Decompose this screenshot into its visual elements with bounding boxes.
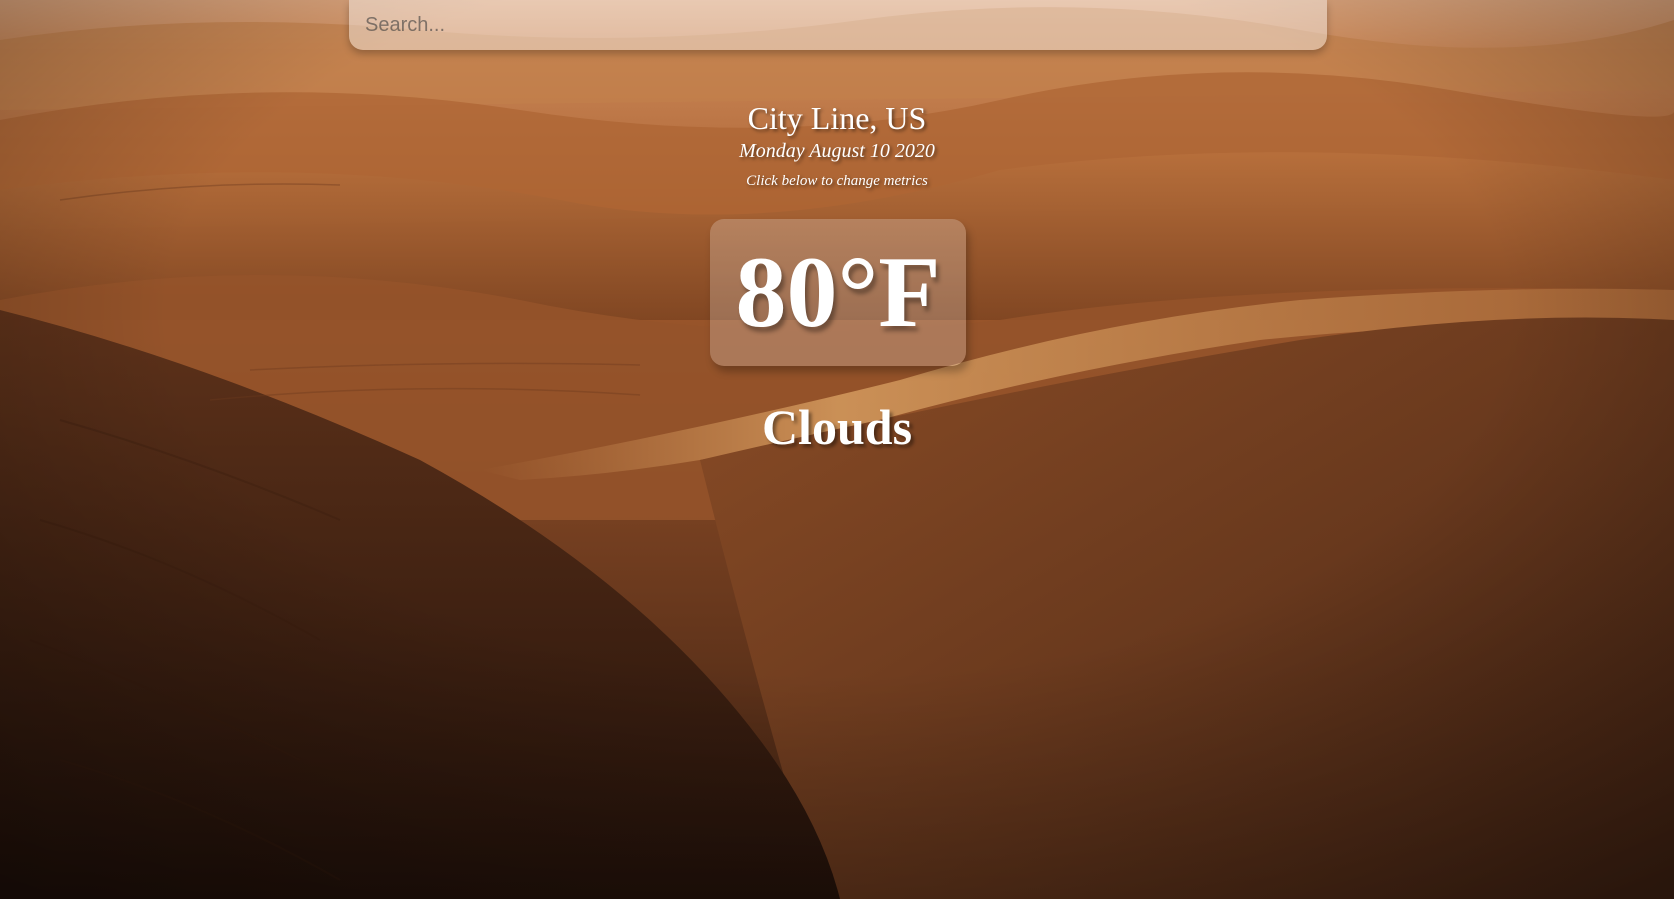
- search-input[interactable]: [349, 0, 1327, 50]
- weather-condition: Clouds: [761, 399, 913, 455]
- location-box: City Line, US Monday August 10 2020 Clic…: [0, 98, 1674, 192]
- search-bar[interactable]: [349, 0, 1327, 50]
- metric-hint: Click below to change metrics: [746, 173, 928, 189]
- temperature-value[interactable]: 80°F: [735, 241, 940, 344]
- location-name: City Line, US: [747, 100, 927, 136]
- current-date: Monday August 10 2020: [739, 140, 935, 162]
- temperature-toggle-button[interactable]: 80°F: [710, 219, 966, 366]
